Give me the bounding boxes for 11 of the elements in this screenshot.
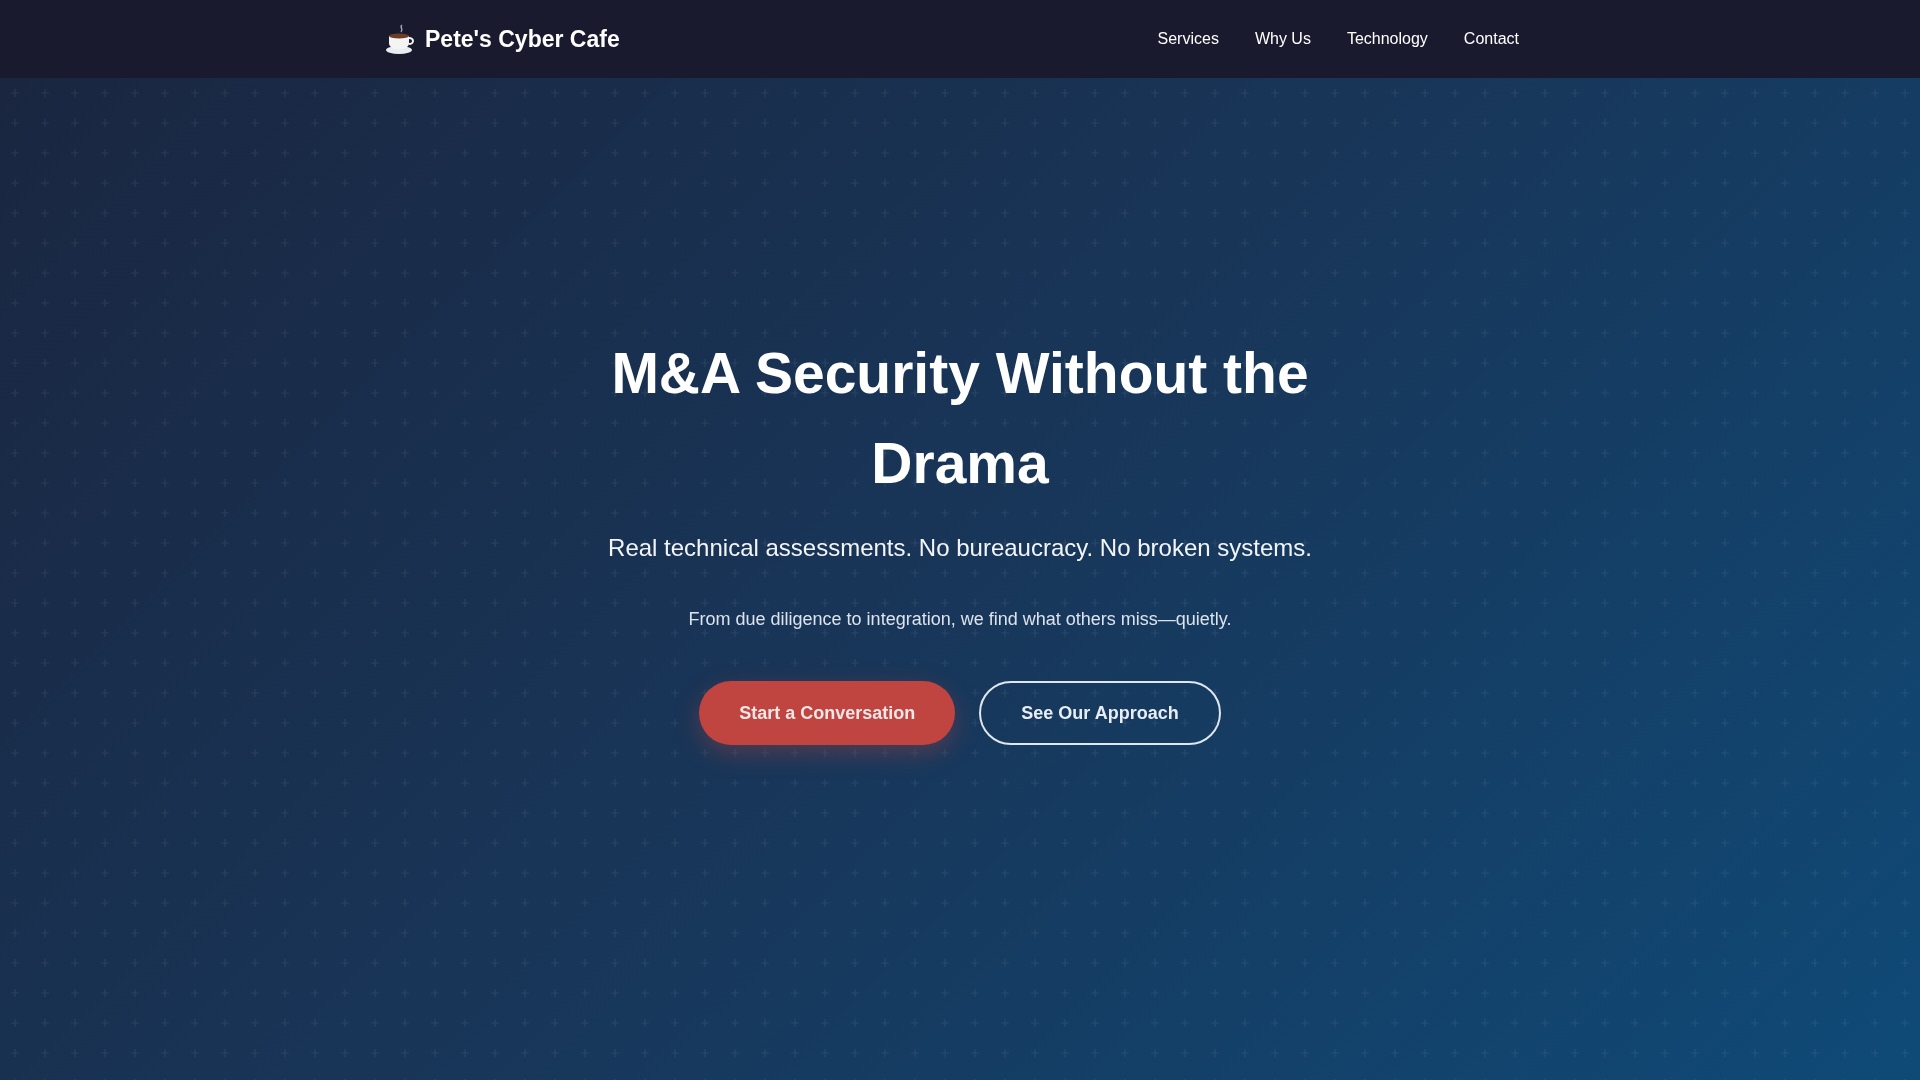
hero-subtitle: Real technical assessments. No bureaucracy. No broken systems. <box>607 533 1313 563</box>
brand-link[interactable]: Pete's Cyber Cafe <box>385 21 620 57</box>
coffee-cup-icon <box>385 23 417 55</box>
nav-link[interactable]: Why Us <box>1238 19 1327 59</box>
nav-link[interactable]: Services <box>1141 19 1235 59</box>
conversation-button[interactable]: Start a Conversation <box>699 681 956 745</box>
approach-button[interactable]: See Our Approach <box>979 681 1221 745</box>
hero-text: From due diligence to integration, we find what others miss—quietly. <box>687 608 1233 631</box>
nav-link[interactable]: Technology <box>1330 19 1444 59</box>
hero-heading: M&A Security Without the Drama <box>610 340 1310 497</box>
nav-link[interactable]: Contact <box>1447 19 1535 59</box>
